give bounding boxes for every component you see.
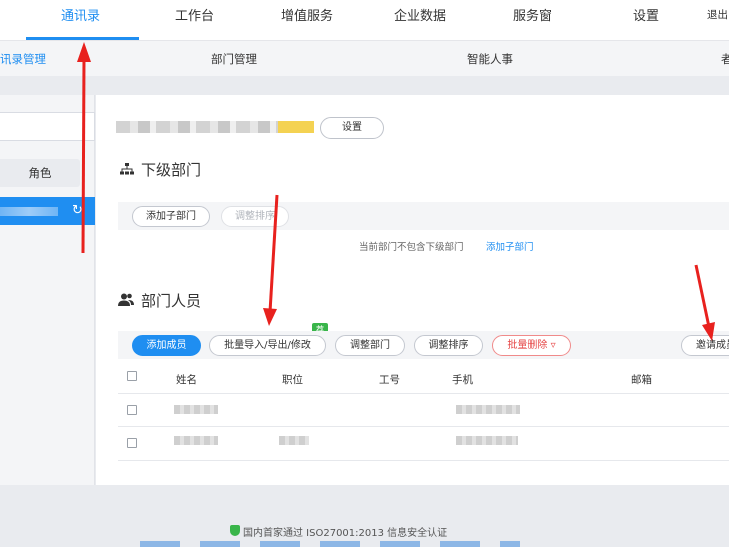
annotation-arrow-batch-import [263, 194, 279, 326]
annotation-arrow-invite [694, 264, 715, 341]
annotation-arrows [77, 42, 715, 341]
annotation-arrow-contacts [77, 42, 91, 254]
